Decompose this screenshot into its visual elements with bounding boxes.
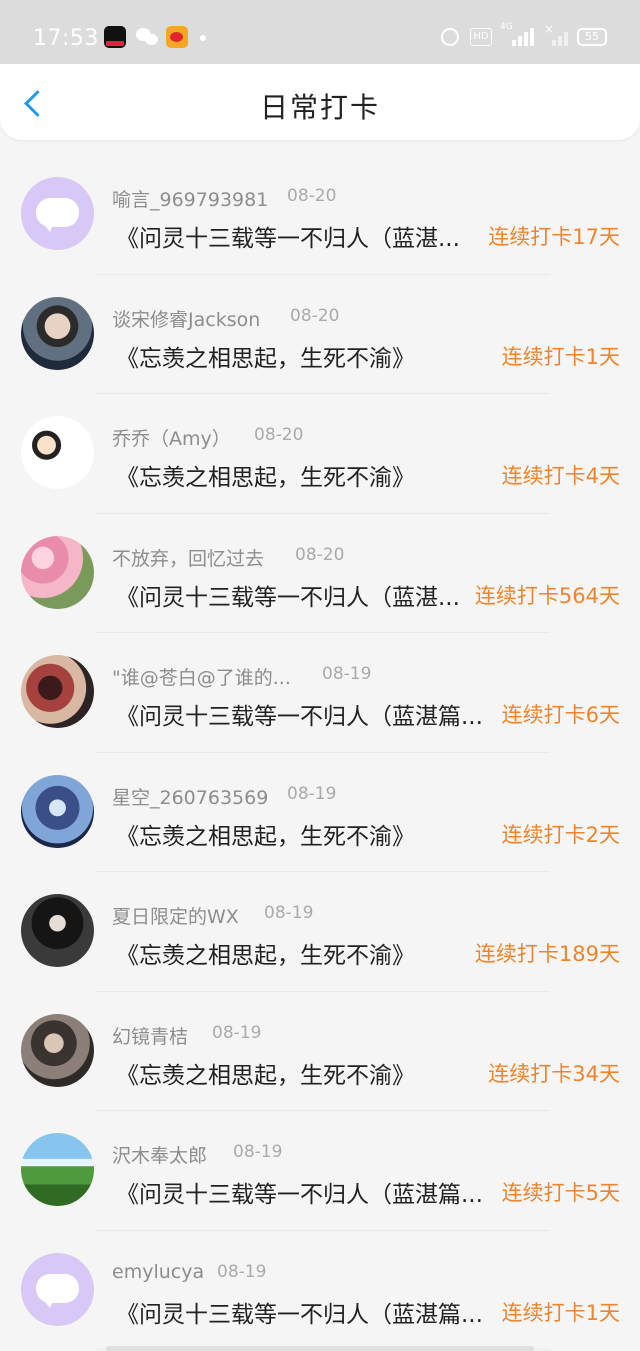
user-name[interactable]: 星空_260763569	[112, 783, 268, 810]
checkin-list: 喻言_969793981 08-20 《问灵十三载等一不归人（蓝湛... 连续打…	[0, 155, 640, 1350]
checkin-date: 08-20	[290, 305, 340, 326]
avatar[interactable]	[21, 535, 94, 609]
list-item[interactable]: 乔乔（Amy） 08-20 《忘羡之相思起，生死不渝》 连续打卡4天	[0, 394, 640, 514]
checkin-date: 08-20	[287, 186, 337, 206]
user-name[interactable]: 不放弃，回忆过去	[112, 544, 264, 571]
streak-count: 连续打卡4天	[501, 464, 620, 488]
streak-count: 连续打卡17天	[488, 225, 620, 249]
list-item[interactable]: 喻言_969793981 08-20 《问灵十三载等一不归人（蓝湛... 连续打…	[0, 155, 640, 275]
hd-icon: HD	[470, 28, 492, 46]
avatar[interactable]	[21, 774, 94, 848]
signal-icon: 4G	[500, 22, 534, 46]
scroll-indicator	[106, 1346, 534, 1351]
checkin-content[interactable]: 《问灵十三载等一不归人（蓝湛篇...	[116, 1295, 492, 1329]
streak-count: 连续打卡34天	[488, 1061, 620, 1086]
avatar[interactable]	[21, 1252, 94, 1326]
checkin-date: 08-20	[295, 544, 345, 565]
avatar[interactable]	[21, 296, 94, 370]
checkin-date: 08-19	[322, 664, 372, 684]
weibo-icon	[166, 26, 188, 48]
alarm-icon	[441, 28, 459, 46]
checkin-content[interactable]: 《问灵十三载等一不归人（蓝湛篇...	[116, 697, 492, 731]
streak-count: 连续打卡5天	[501, 1181, 620, 1205]
user-name[interactable]: 谈宋修睿Jackson	[112, 305, 260, 332]
list-item[interactable]: 谈宋修睿Jackson 08-20 《忘羡之相思起，生死不渝》 连续打卡1天	[0, 275, 640, 395]
streak-count: 连续打卡1天	[501, 1300, 620, 1325]
wechat-icon	[136, 26, 160, 48]
list-item[interactable]: emylucya 08-19 《问灵十三载等一不归人（蓝湛篇... 连续打卡1天	[0, 1231, 640, 1351]
page-title: 日常打卡	[259, 91, 380, 124]
streak-count: 连续打卡564天	[474, 583, 620, 608]
user-name[interactable]: 夏日限定的WX	[112, 902, 239, 929]
streak-count: 连续打卡6天	[501, 703, 620, 727]
avatar[interactable]	[21, 1133, 94, 1206]
list-item[interactable]: "谁@苍白@了谁的... 08-19 《问灵十三载等一不归人（蓝湛篇... 连续…	[0, 633, 640, 753]
avatar[interactable]	[21, 416, 94, 489]
user-name[interactable]: 乔乔（Amy）	[112, 424, 231, 451]
user-name[interactable]: 幻镜青桔	[112, 1022, 188, 1049]
user-name[interactable]: 喻言_969793981	[112, 185, 268, 212]
streak-count: 连续打卡1天	[501, 344, 620, 369]
list-item[interactable]: 沢木奉太郎 08-19 《问灵十三载等一不归人（蓝湛篇... 连续打卡5天	[0, 1111, 640, 1231]
battery-icon: 55	[577, 28, 607, 46]
checkin-content[interactable]: 《问灵十三载等一不归人（蓝湛...	[116, 578, 468, 612]
streak-count: 连续打卡189天	[474, 942, 620, 966]
list-item[interactable]: 不放弃，回忆过去 08-20 《问灵十三载等一不归人（蓝湛... 连续打卡564…	[0, 514, 640, 634]
checkin-date: 08-19	[287, 783, 337, 804]
checkin-content[interactable]: 《问灵十三载等一不归人（蓝湛...	[116, 219, 470, 253]
avatar[interactable]	[21, 1013, 94, 1087]
checkin-content[interactable]: 《忘羡之相思起，生死不渝》	[116, 936, 470, 970]
avatar[interactable]	[21, 894, 94, 967]
network-type: 4G	[500, 22, 513, 32]
list-item[interactable]: 夏日限定的WX 08-19 《忘羡之相思起，生死不渝》 连续打卡189天	[0, 872, 640, 992]
checkin-date: 08-19	[264, 903, 314, 923]
user-name[interactable]: 沢木奉太郎	[112, 1141, 207, 1168]
checkin-date: 08-19	[212, 1022, 262, 1043]
streak-count: 连续打卡2天	[501, 822, 620, 847]
avatar[interactable]	[21, 177, 94, 250]
list-item[interactable]: 幻镜青桔 08-19 《忘羡之相思起，生死不渝》 连续打卡34天	[0, 992, 640, 1112]
signal-2-icon: ×	[544, 22, 570, 46]
checkin-content[interactable]: 《问灵十三载等一不归人（蓝湛篇...	[116, 1175, 492, 1209]
list-item[interactable]: 星空_260763569 08-19 《忘羡之相思起，生死不渝》 连续打卡2天	[0, 753, 640, 873]
checkin-content[interactable]: 《忘羡之相思起，生死不渝》	[116, 1056, 470, 1090]
notification-dot-icon	[200, 35, 206, 41]
checkin-content[interactable]: 《忘羡之相思起，生死不渝》	[116, 339, 470, 373]
checkin-date: 08-19	[233, 1142, 283, 1162]
tiktok-icon	[104, 26, 126, 48]
user-name[interactable]: emylucya	[112, 1261, 204, 1283]
checkin-content[interactable]: 《忘羡之相思起，生死不渝》	[116, 458, 470, 492]
status-time: 17:53	[33, 26, 99, 51]
status-bar: 17:53 HD 4G × 55	[0, 0, 640, 64]
user-name[interactable]: "谁@苍白@了谁的...	[112, 663, 291, 690]
checkin-content[interactable]: 《忘羡之相思起，生死不渝》	[116, 817, 470, 851]
checkin-date: 08-19	[217, 1261, 267, 1282]
avatar[interactable]	[21, 655, 94, 728]
checkin-date: 08-20	[254, 425, 304, 445]
